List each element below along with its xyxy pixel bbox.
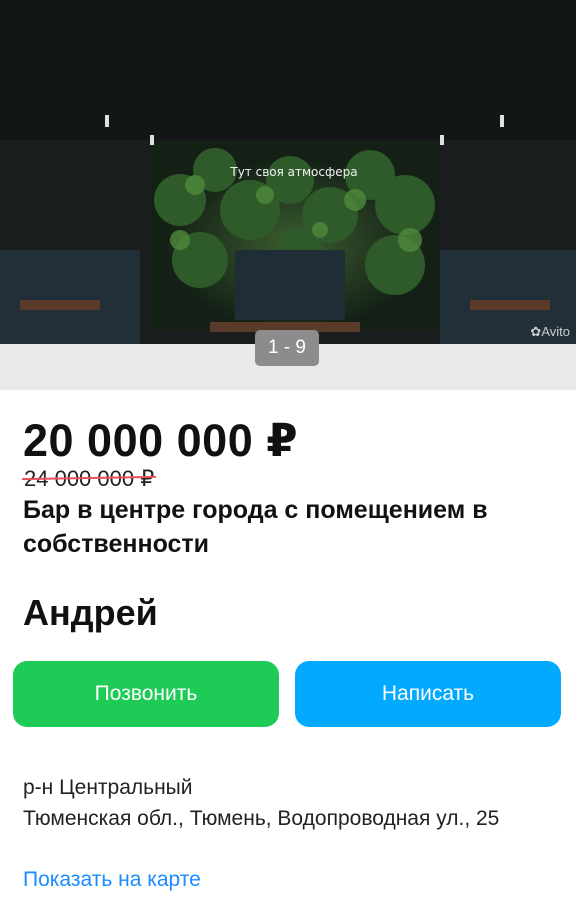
- write-button[interactable]: Написать: [295, 661, 561, 727]
- bar-interior-image: Тут своя атмосфера: [0, 0, 576, 344]
- street-address: Тюменская обл., Тюмень, Водопроводная ул…: [23, 807, 500, 830]
- photo-counter: 1 - 9: [255, 330, 319, 366]
- price: 20 000 000 ₽: [23, 415, 299, 466]
- watermark-text: Avito: [541, 324, 570, 339]
- district: р-н Центральный: [23, 776, 193, 799]
- show-on-map-link[interactable]: Показать на карте: [23, 868, 201, 892]
- call-button[interactable]: Позвонить: [13, 661, 279, 727]
- watermark-logo: ✿Avito: [530, 324, 570, 340]
- listing-photo[interactable]: Тут своя атмосфера: [0, 0, 576, 344]
- location-block: р-н Центральный Тюменская обл., Тюмень, …: [23, 772, 563, 834]
- listing-title: Бар в центре города с помещением в собст…: [23, 496, 488, 558]
- old-price: 24 000 000 ₽: [21, 466, 157, 492]
- seller-name[interactable]: Андрей: [23, 592, 158, 634]
- watermark-icon: ✿: [530, 324, 542, 339]
- neon-sign-text: Тут своя атмосфера: [229, 165, 357, 179]
